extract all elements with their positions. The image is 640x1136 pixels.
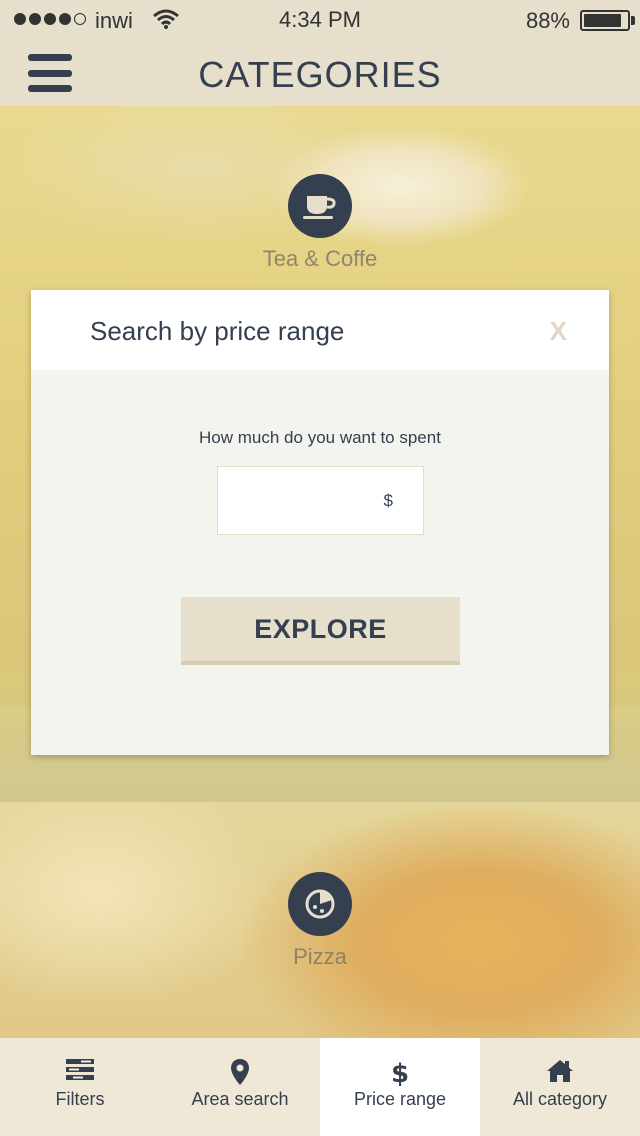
tab-price-range[interactable]: $ Price range <box>320 1038 480 1136</box>
tab-label-all-category: All category <box>512 1089 608 1109</box>
home-icon <box>547 1060 573 1082</box>
tab-filters[interactable]: Filters <box>0 1038 160 1136</box>
tab-all-category[interactable]: All category <box>480 1038 640 1136</box>
explore-button[interactable]: EXPLORE <box>181 597 460 665</box>
tab-label-filters: Filters <box>55 1089 105 1109</box>
price-field[interactable]: $ <box>217 466 424 535</box>
category-label-pizza: Pizza <box>293 944 347 969</box>
status-bar: inwi 4:34 PM 88% <box>0 0 640 40</box>
category-label-tea-coffee: Tea & Coffe <box>262 246 378 271</box>
tab-bar: Filters Area search $ Price range All ca… <box>0 1038 640 1136</box>
price-question-label: How much do you want to spent <box>199 428 441 447</box>
filters-icon <box>66 1059 94 1080</box>
modal-header: Search by price range X <box>31 290 609 370</box>
price-range-modal: Search by price range X How much do you … <box>31 290 609 755</box>
tab-label-price-range: Price range <box>353 1089 447 1109</box>
currency-symbol: $ <box>383 491 393 510</box>
price-input[interactable] <box>218 467 378 534</box>
coffee-cup-icon <box>288 174 352 238</box>
page-title: CATEGORIES <box>198 54 442 95</box>
svg-text:$: $ <box>391 1059 409 1086</box>
tab-label-area-search: Area search <box>191 1089 289 1109</box>
modal-title: Search by price range <box>90 316 345 346</box>
battery-percent: 88% <box>525 8 570 33</box>
battery-icon <box>580 10 630 31</box>
close-icon[interactable]: X <box>550 316 567 347</box>
map-pin-icon <box>231 1059 249 1085</box>
dollar-icon: $ <box>391 1059 409 1086</box>
category-tile-pizza[interactable]: Pizza <box>0 802 640 1038</box>
tab-area-search[interactable]: Area search <box>160 1038 320 1136</box>
app-header: CATEGORIES <box>0 40 640 106</box>
battery-tip <box>631 16 635 25</box>
pizza-icon <box>288 872 352 936</box>
